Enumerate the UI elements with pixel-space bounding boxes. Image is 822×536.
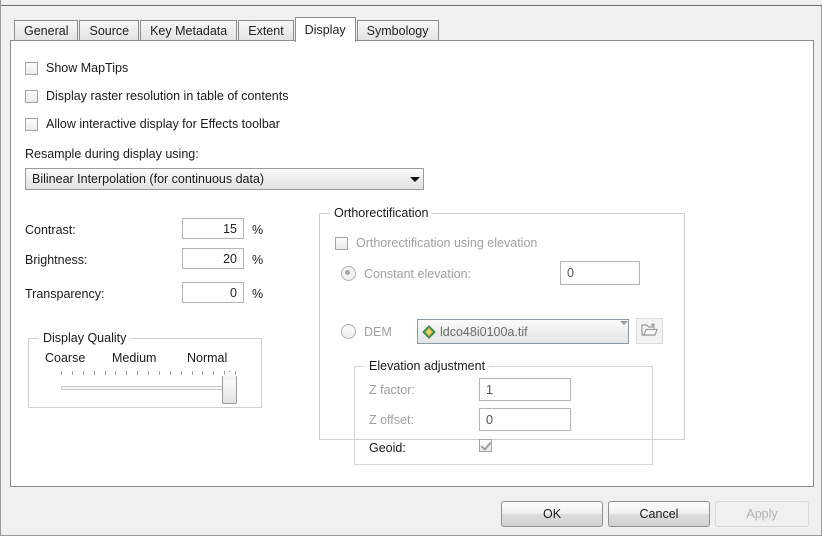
resample-combo[interactable]: Bilinear Interpolation (for continuous d… <box>25 168 424 190</box>
checkbox-orthorectification-using-elevation[interactable]: Orthorectification using elevation <box>335 236 537 250</box>
checkbox-label-show-maptips: Show MapTips <box>46 61 129 75</box>
tab-bar: General Source Key Metadata Extent Displ… <box>14 17 440 42</box>
z-factor-input[interactable]: 1 <box>479 378 571 401</box>
browse-dem-button[interactable] <box>636 318 663 344</box>
geoid-label: Geoid: <box>369 441 406 455</box>
tab-display[interactable]: Display <box>294 17 356 42</box>
slider-thumb[interactable] <box>222 378 237 404</box>
checkbox-allow-interactive-display[interactable]: Allow interactive display for Effects to… <box>25 117 280 131</box>
elevation-adjustment-title: Elevation adjustment <box>365 359 490 373</box>
cancel-button[interactable]: Cancel <box>608 501 710 527</box>
display-quality-title: Display Quality <box>39 331 131 345</box>
contrast-value: 15 <box>223 221 237 236</box>
brightness-value: 20 <box>223 251 237 266</box>
tab-key-metadata[interactable]: Key Metadata <box>140 20 238 41</box>
dem-combo-value: ldco48i0100a.tif <box>440 324 528 339</box>
checkbox-box-display-raster-resolution[interactable] <box>25 89 38 103</box>
constant-elevation-value: 0 <box>567 266 574 280</box>
brightness-unit: % <box>252 253 264 267</box>
checkbox-label-allow-interactive-display: Allow interactive display for Effects to… <box>46 117 280 131</box>
contrast-unit: % <box>252 223 264 237</box>
z-offset-label: Z offset: <box>369 413 414 427</box>
ok-button-label: OK <box>542 507 562 521</box>
brightness-label: Brightness: <box>25 253 88 267</box>
open-folder-add-icon <box>641 322 658 340</box>
cancel-button-label: Cancel <box>639 507 679 521</box>
z-offset-input[interactable]: 0 <box>479 408 571 431</box>
display-quality-group: Display Quality Coarse Medium Normal <box>28 331 262 408</box>
elevation-adjustment-group: Elevation adjustment Z factor: 1 Z offse… <box>354 359 653 465</box>
dialog-title-strip <box>1 0 822 6</box>
ok-button[interactable]: OK <box>501 501 603 527</box>
transparency-input[interactable]: 0 <box>182 282 244 303</box>
raster-layer-icon <box>418 324 440 339</box>
contrast-input[interactable]: 15 <box>182 218 244 239</box>
transparency-unit: % <box>252 287 264 301</box>
tab-symbology[interactable]: Symbology <box>356 20 439 41</box>
orthorectification-title: Orthorectification <box>330 206 433 220</box>
checkbox-label-orthorectification-using-elevation: Orthorectification using elevation <box>356 236 538 250</box>
checkbox-box-show-maptips[interactable] <box>25 61 38 75</box>
radio-dem[interactable]: DEM <box>341 324 392 339</box>
apply-button-label: Apply <box>746 507 778 521</box>
checkbox-box-orthorectification-using-elevation[interactable] <box>335 236 348 250</box>
tab-source[interactable]: Source <box>79 20 140 41</box>
constant-elevation-input[interactable]: 0 <box>560 261 640 285</box>
resample-label: Resample during display using: <box>25 147 199 161</box>
z-factor-value: 1 <box>486 382 493 397</box>
radio-label-constant-elevation: Constant elevation: <box>364 266 472 281</box>
tab-general[interactable]: General <box>14 20 79 41</box>
dem-combo[interactable]: ldco48i0100a.tif <box>417 319 629 344</box>
contrast-label: Contrast: <box>25 223 76 237</box>
slider-ticks <box>61 371 236 375</box>
transparency-value: 0 <box>230 285 237 300</box>
checkbox-geoid[interactable] <box>479 439 492 452</box>
z-factor-label: Z factor: <box>369 383 415 397</box>
radio-button-constant-elevation[interactable] <box>341 266 356 281</box>
display-tab-panel: Show MapTips Display raster resolution i… <box>10 40 814 487</box>
brightness-input[interactable]: 20 <box>182 248 244 269</box>
checkbox-box-allow-interactive-display[interactable] <box>25 117 38 131</box>
chevron-down-icon[interactable] <box>406 169 423 189</box>
orthorectification-group: Orthorectification Orthorectification us… <box>319 206 685 465</box>
raster-layer-properties-dialog: General Source Key Metadata Extent Displ… <box>0 0 822 536</box>
tab-extent[interactable]: Extent <box>238 20 294 41</box>
checkbox-show-maptips[interactable]: Show MapTips <box>25 61 128 75</box>
slider-label-medium: Medium <box>112 351 157 365</box>
radio-button-dem[interactable] <box>341 324 356 339</box>
slider-track[interactable] <box>61 386 236 390</box>
resample-combo-value: Bilinear Interpolation (for continuous d… <box>32 172 265 186</box>
radio-label-dem: DEM <box>364 324 392 339</box>
slider-label-normal: Normal <box>187 351 228 365</box>
dem-chevron-down-icon[interactable] <box>620 320 628 339</box>
apply-button: Apply <box>715 501 809 527</box>
checkbox-display-raster-resolution[interactable]: Display raster resolution in table of co… <box>25 89 289 103</box>
checkbox-label-display-raster-resolution: Display raster resolution in table of co… <box>46 89 289 103</box>
slider-label-coarse: Coarse <box>45 351 86 365</box>
z-offset-value: 0 <box>486 412 493 427</box>
transparency-label: Transparency: <box>25 287 105 301</box>
radio-constant-elevation[interactable]: Constant elevation: <box>341 266 471 281</box>
